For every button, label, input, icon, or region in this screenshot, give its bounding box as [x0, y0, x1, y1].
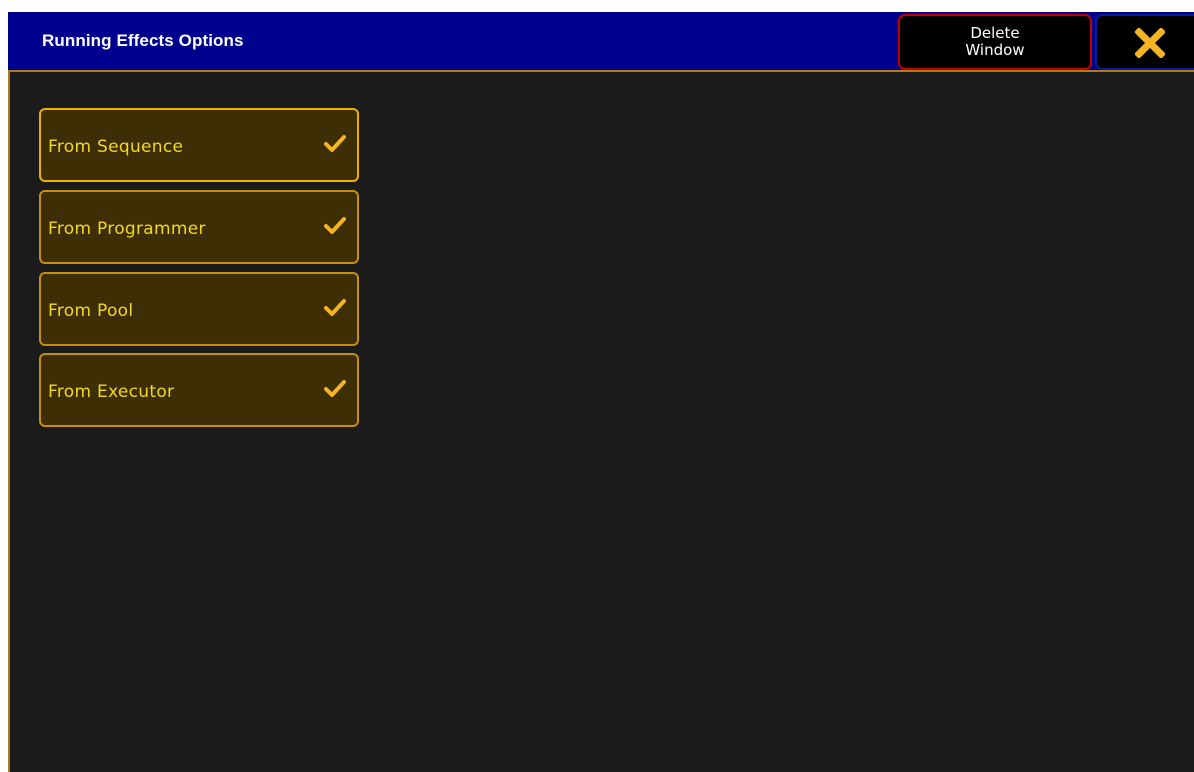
option-from-sequence[interactable]: From Sequence: [39, 108, 359, 182]
running-effects-options-window: Running Effects Options Delete Window Fr…: [8, 12, 1194, 772]
delete-window-button[interactable]: Delete Window: [898, 14, 1092, 70]
option-label: From Programmer: [48, 219, 206, 239]
option-label: From Executor: [48, 382, 175, 402]
content-left-border: [8, 72, 10, 772]
delete-window-label-line2: Window: [965, 41, 1025, 59]
option-from-pool[interactable]: From Pool: [39, 272, 359, 346]
window-title: Running Effects Options: [42, 31, 244, 50]
option-label: From Sequence: [48, 137, 184, 157]
checkmark-icon: [324, 299, 346, 316]
option-from-executor[interactable]: From Executor: [39, 353, 359, 427]
option-label: From Pool: [48, 301, 134, 321]
checkmark-icon: [324, 135, 346, 152]
checkmark-icon: [324, 217, 346, 234]
close-button[interactable]: [1095, 14, 1194, 70]
delete-window-label-line1: Delete: [970, 24, 1020, 42]
title-bar: Running Effects Options Delete Window: [8, 12, 1194, 72]
checkmark-icon: [324, 380, 346, 397]
option-from-programmer[interactable]: From Programmer: [39, 190, 359, 264]
close-x-icon: [1135, 28, 1165, 58]
